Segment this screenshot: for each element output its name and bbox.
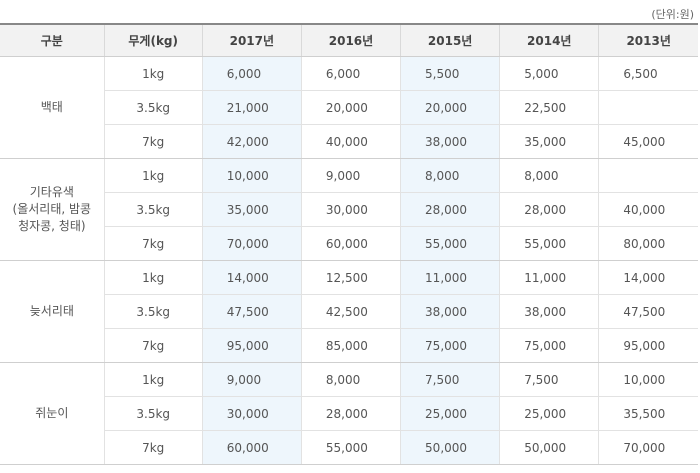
header-year-2013: 2013년: [598, 23, 698, 57]
price-cell: 6,000: [201, 56, 302, 91]
price-cell: 10,000: [598, 362, 698, 397]
category-cell: 기타유색 (올서리태, 밤콩 청자콩, 청태): [0, 158, 105, 261]
price-cell: 40,000: [300, 124, 401, 159]
price-cell: 60,000: [201, 430, 302, 465]
price-cell: 6,500: [598, 56, 698, 91]
category-cell: 백태: [0, 56, 105, 159]
price-cell: 85,000: [300, 328, 401, 363]
price-cell: 5,500: [400, 56, 500, 91]
table-row: 7kg 42,000 40,000 38,000 35,000 45,000: [0, 124, 698, 159]
header-year-2015: 2015년: [400, 23, 500, 57]
price-cell: 55,000: [499, 226, 599, 261]
category-cell: 늦서리태: [0, 260, 105, 363]
price-cell: 11,000: [400, 260, 500, 295]
price-cell: 47,500: [598, 294, 698, 329]
price-cell: 42,500: [300, 294, 401, 329]
weight-cell: 3.5kg: [103, 192, 203, 227]
price-cell: 38,000: [499, 294, 599, 329]
price-cell: 6,000: [300, 56, 401, 91]
price-cell: 28,000: [499, 192, 599, 227]
price-cell: 47,500: [201, 294, 302, 329]
price-cell: 28,000: [300, 396, 401, 431]
price-cell: 40,000: [598, 192, 698, 227]
price-cell: 50,000: [400, 430, 500, 465]
price-cell: 12,500: [300, 260, 401, 295]
price-cell: 75,000: [499, 328, 599, 363]
header-year-2016: 2016년: [300, 23, 401, 57]
price-cell: 70,000: [598, 430, 698, 465]
weight-cell: 7kg: [103, 430, 203, 465]
weight-cell: 3.5kg: [103, 396, 203, 431]
weight-cell: 1kg: [103, 260, 203, 295]
weight-cell: 7kg: [103, 124, 203, 159]
header-category: 구분: [0, 23, 105, 57]
table-row: 3.5kg 47,500 42,500 38,000 38,000 47,500: [0, 294, 698, 329]
weight-cell: 3.5kg: [103, 90, 203, 125]
price-cell: 20,000: [400, 90, 500, 125]
price-cell: 9,000: [201, 362, 302, 397]
weight-cell: 7kg: [103, 328, 203, 363]
unit-label: (단위:원): [651, 8, 694, 21]
price-cell: 5,000: [499, 56, 599, 91]
weight-cell: 3.5kg: [103, 294, 203, 329]
price-cell: 21,000: [201, 90, 302, 125]
table-body: 백태 1kg 6,000 6,000 5,500 5,000 6,500 3.5kg 21,00…: [0, 56, 698, 465]
weight-cell: 1kg: [103, 158, 203, 193]
category-cell: 쥐눈이: [0, 362, 105, 465]
price-cell: 8,000: [300, 362, 401, 397]
header-year-2017: 2017년: [201, 23, 302, 57]
price-cell: 30,000: [300, 192, 401, 227]
price-cell: 35,500: [598, 396, 698, 431]
table-row: 7kg 60,000 55,000 50,000 50,000 70,000: [0, 430, 698, 465]
price-cell: 30,000: [201, 396, 302, 431]
price-cell: 95,000: [598, 328, 698, 363]
price-table: 구분 무게(kg) 2017년 2016년 2015년 2014년 2013년 …: [0, 23, 698, 465]
price-cell: 25,000: [499, 396, 599, 431]
price-cell: 14,000: [598, 260, 698, 295]
table-row: 3.5kg 30,000 28,000 25,000 25,000 35,500: [0, 396, 698, 431]
table-row: 7kg 95,000 85,000 75,000 75,000 95,000: [0, 328, 698, 363]
price-cell: 55,000: [300, 430, 401, 465]
price-cell: 25,000: [400, 396, 500, 431]
price-cell: 38,000: [400, 124, 500, 159]
price-cell: 38,000: [400, 294, 500, 329]
price-cell: 14,000: [201, 260, 302, 295]
table-row: 기타유색 (올서리태, 밤콩 청자콩, 청태) 1kg 10,000 9,000 8,000…: [0, 158, 698, 261]
price-cell: 8,000: [499, 158, 599, 193]
table-row: 쥐눈이 1kg 9,000 8,000 7,500 7,500 10,000: [0, 362, 698, 465]
price-cell: 45,000: [598, 124, 698, 159]
table-row: 3.5kg 21,000 20,000 20,000 22,500: [0, 90, 698, 125]
price-cell: 8,000: [400, 158, 500, 193]
price-cell: 7,500: [499, 362, 599, 397]
table-row: 백태 1kg 6,000 6,000 5,500 5,000 6,500: [0, 56, 698, 159]
price-cell: 20,000: [300, 90, 401, 125]
price-cell: 11,000: [499, 260, 599, 295]
price-cell: [598, 158, 698, 193]
price-cell: 22,500: [499, 90, 599, 125]
price-cell: 95,000: [201, 328, 302, 363]
table-row: 3.5kg 35,000 30,000 28,000 28,000 40,000: [0, 192, 698, 227]
weight-cell: 7kg: [103, 226, 203, 261]
price-cell: 55,000: [400, 226, 500, 261]
price-cell: 9,000: [300, 158, 401, 193]
price-cell: 35,000: [201, 192, 302, 227]
weight-cell: 1kg: [103, 362, 203, 397]
weight-cell: 1kg: [103, 56, 203, 91]
price-cell: 70,000: [201, 226, 302, 261]
price-cell: 60,000: [300, 226, 401, 261]
table-row: 7kg 70,000 60,000 55,000 55,000 80,000: [0, 226, 698, 261]
price-cell: 35,000: [499, 124, 599, 159]
price-cell: 75,000: [400, 328, 500, 363]
header-weight: 무게(kg): [103, 23, 203, 57]
table-row: 늦서리태 1kg 14,000 12,500 11,000 11,000 14,000: [0, 260, 698, 363]
price-cell: 80,000: [598, 226, 698, 261]
price-cell: 42,000: [201, 124, 302, 159]
price-cell: [598, 90, 698, 125]
price-cell: 10,000: [201, 158, 302, 193]
price-cell: 28,000: [400, 192, 500, 227]
price-cell: 7,500: [400, 362, 500, 397]
price-cell: 50,000: [499, 430, 599, 465]
table-header-row: 구분 무게(kg) 2017년 2016년 2015년 2014년 2013년: [0, 23, 698, 57]
header-year-2014: 2014년: [499, 23, 599, 57]
